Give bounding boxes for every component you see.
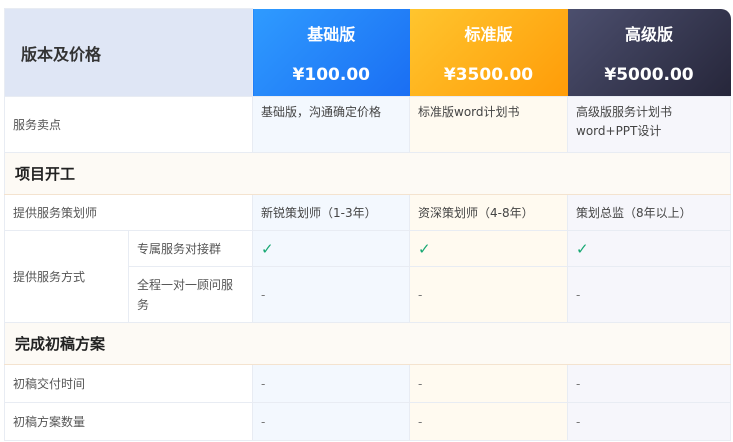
draft-count-label: 初稿方案数量 xyxy=(3,402,254,441)
cell-empty: - xyxy=(252,266,411,323)
check-icon: ✓ xyxy=(252,230,411,267)
cell-empty: - xyxy=(409,266,569,323)
cell-empty: - xyxy=(409,364,569,403)
draft-count-row: 初稿方案数量 - - - xyxy=(3,402,732,441)
service-mode-sub-label: 专属服务对接群 xyxy=(127,230,254,267)
selling-point-row: 服务卖点 基础版，沟通确定价格 标准版word计划书 高级版服务计划书 word… xyxy=(3,96,732,153)
service-mode-sub-label: 全程一对一顾问服务 xyxy=(127,266,254,323)
check-icon: ✓ xyxy=(567,230,732,267)
cell-empty: - xyxy=(567,364,732,403)
planner-standard: 资深策划师（4-8年） xyxy=(409,194,569,231)
selling-point-basic: 基础版，沟通确定价格 xyxy=(252,96,411,153)
selling-point-label: 服务卖点 xyxy=(3,96,254,153)
planner-basic: 新锐策划师（1-3年） xyxy=(252,194,411,231)
service-mode-label: 提供服务方式 xyxy=(4,230,129,323)
plan-standard[interactable]: 标准版 ¥3500.00 xyxy=(409,8,568,97)
plan-advanced-name: 高级版 xyxy=(625,25,674,45)
plan-advanced[interactable]: 高级版 ¥5000.00 xyxy=(567,8,731,97)
section-title-start: 项目开工 xyxy=(3,152,732,195)
header-row: 版本及价格 基础版 ¥100.00 标准版 ¥3500.00 高级版 ¥5000… xyxy=(3,8,731,97)
pricing-comparison: 版本及价格 基础版 ¥100.00 标准版 ¥3500.00 高级版 ¥5000… xyxy=(0,0,733,442)
section-row-draft: 完成初稿方案 xyxy=(3,322,732,365)
section-row-start: 项目开工 xyxy=(3,152,732,195)
plan-basic[interactable]: 基础版 ¥100.00 xyxy=(252,8,410,97)
draft-time-row: 初稿交付时间 - - - xyxy=(3,364,732,403)
pricing-table: 版本及价格 基础版 ¥100.00 标准版 ¥3500.00 高级版 ¥5000… xyxy=(3,8,732,441)
plan-basic-name: 基础版 xyxy=(307,25,356,45)
plan-standard-price: ¥3500.00 xyxy=(443,65,534,86)
section-title-draft: 完成初稿方案 xyxy=(3,322,732,365)
planner-advanced: 策划总监（8年以上） xyxy=(567,194,732,231)
selling-point-standard: 标准版word计划书 xyxy=(409,96,569,153)
plan-standard-name: 标准版 xyxy=(464,25,513,45)
cell-empty: - xyxy=(567,266,732,323)
plan-advanced-price: ¥5000.00 xyxy=(604,65,694,86)
selling-point-advanced: 高级版服务计划书 word+PPT设计 xyxy=(567,96,732,153)
service-mode-row-1: 提供服务方式 专属服务对接群 ✓ ✓ ✓ xyxy=(4,230,732,323)
draft-time-label: 初稿交付时间 xyxy=(3,364,254,403)
table-title: 版本及价格 xyxy=(3,8,254,97)
planner-label: 提供服务策划师 xyxy=(3,194,254,231)
cell-empty: - xyxy=(252,364,411,403)
cell-empty: - xyxy=(252,402,411,441)
plan-basic-price: ¥100.00 xyxy=(292,65,370,86)
cell-empty: - xyxy=(409,402,569,441)
cell-empty: - xyxy=(567,402,732,441)
check-icon: ✓ xyxy=(409,230,569,267)
planner-row: 提供服务策划师 新锐策划师（1-3年） 资深策划师（4-8年） 策划总监（8年以… xyxy=(3,194,732,231)
